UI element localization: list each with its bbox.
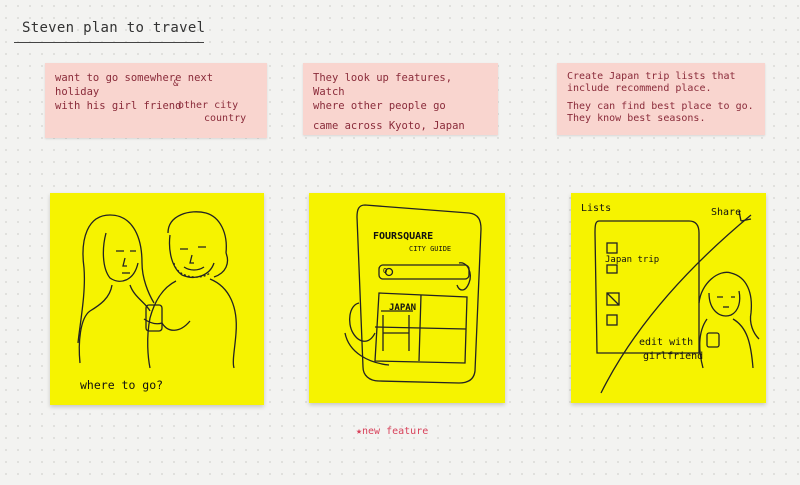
- edit-line1: edit with: [639, 337, 694, 348]
- phone-app-sketch: [344, 204, 482, 384]
- context-note-1: want to go somewhere next holiday with h…: [45, 63, 267, 138]
- storyboard-panel-2: FOURSQUARE CITY GUIDE Q JAPAN: [309, 193, 505, 403]
- note1-sub: other city country: [178, 99, 246, 125]
- lists-label: Lists: [581, 203, 612, 214]
- title-underline: [14, 42, 204, 43]
- app-name: FOURSQUARE: [373, 231, 434, 242]
- couple-sketch: [77, 211, 237, 369]
- note2-line1: They look up features, Watch: [313, 72, 453, 98]
- note3-line1: Create Japan trip lists that: [567, 71, 736, 82]
- context-note-3: Create Japan trip lists that include rec…: [557, 63, 765, 135]
- search-icon: Q: [383, 267, 388, 275]
- storyboard-panel-3: Lists Share Japan trip edit with girlfri…: [571, 193, 766, 403]
- note3-line4: They know best seasons.: [567, 113, 706, 124]
- note1-sub-a: other city: [178, 100, 239, 111]
- context-note-2: They look up features, Watch where other…: [303, 63, 498, 135]
- page-title: Steven plan to travel: [22, 20, 206, 36]
- note2-line2: where other people go: [313, 100, 446, 112]
- share-label: Share: [711, 207, 742, 218]
- app-subtitle: CITY GUIDE: [409, 245, 452, 253]
- new-feature-label: ★new feature: [356, 426, 429, 437]
- note1-sub-b: country: [204, 113, 247, 124]
- japan-sign: JAPAN: [389, 303, 417, 313]
- lists-share-sketch: [594, 210, 760, 394]
- note2-line3: came across Kyoto, Japan: [313, 120, 465, 132]
- note1-amp: &: [173, 79, 179, 89]
- storyboard-panel-1: where to go?: [50, 193, 264, 405]
- edit-line2: girlfriend: [643, 351, 704, 362]
- note3-line3: They can find best place to go.: [567, 101, 754, 112]
- japan-trip-label: Japan trip: [605, 255, 660, 265]
- note1-line1: want to go somewhere next holiday: [55, 72, 214, 98]
- panel1-caption: where to go?: [80, 378, 164, 392]
- note3-line2: include recommend place.: [567, 83, 712, 94]
